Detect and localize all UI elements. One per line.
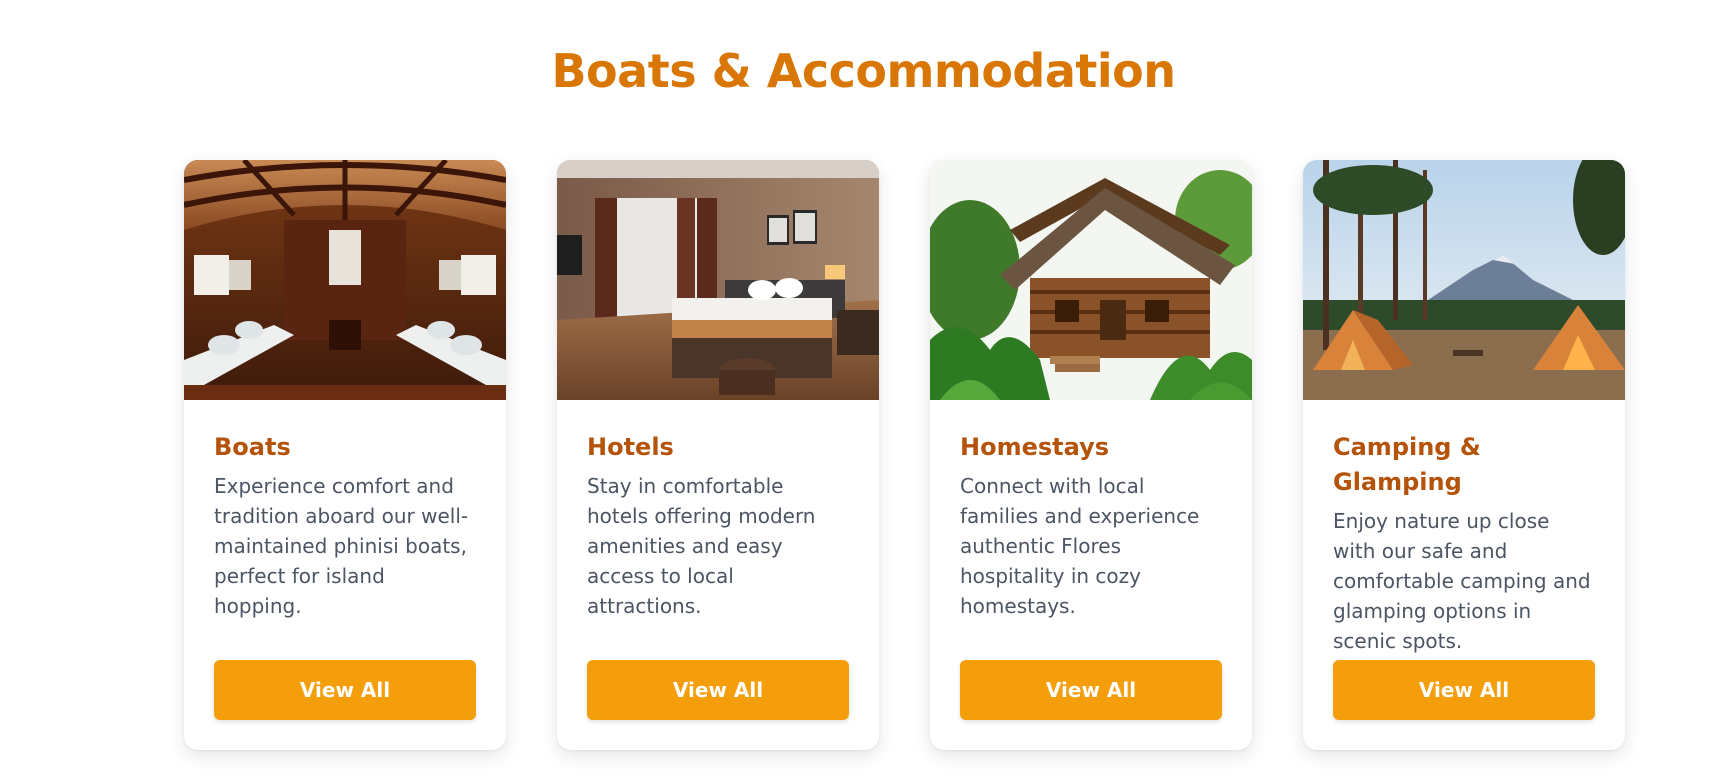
boat-interior-image [184,160,506,400]
card-body: Camping & Glamping Enjoy nature up close… [1333,430,1595,656]
card-title: Boats [214,433,291,461]
card-camping-glamping: Camping & Glamping Enjoy nature up close… [1303,160,1625,750]
card-body: Homestays Connect with local families an… [960,430,1222,621]
card-title: Camping & Glamping [1333,433,1481,496]
view-all-boats-button[interactable]: View All [214,660,476,720]
view-all-camping-button[interactable]: View All [1333,660,1595,720]
section-title: Boats & Accommodation [551,44,1177,98]
card-description: Connect with local families and experien… [960,474,1200,618]
card-description: Experience comfort and tradition aboard … [214,474,469,618]
accommodation-cards: Boats Experience comfort and tradition a… [184,160,1625,750]
card-boats: Boats Experience comfort and tradition a… [184,160,506,750]
card-homestays: Homestays Connect with local families an… [930,160,1252,750]
card-body: Boats Experience comfort and tradition a… [214,430,476,621]
hotel-room-image [557,160,879,400]
view-all-homestays-button[interactable]: View All [960,660,1222,720]
view-all-hotels-button[interactable]: View All [587,660,849,720]
card-hotels: Hotels Stay in comfortable hotels offeri… [557,160,879,750]
card-description: Stay in comfortable hotels offering mode… [587,474,816,618]
homestay-house-image [930,160,1252,400]
card-body: Hotels Stay in comfortable hotels offeri… [587,430,849,621]
card-description: Enjoy nature up close with our safe and … [1333,509,1591,653]
card-title: Hotels [587,433,674,461]
card-title: Homestays [960,433,1110,461]
camping-tents-image [1303,160,1625,400]
